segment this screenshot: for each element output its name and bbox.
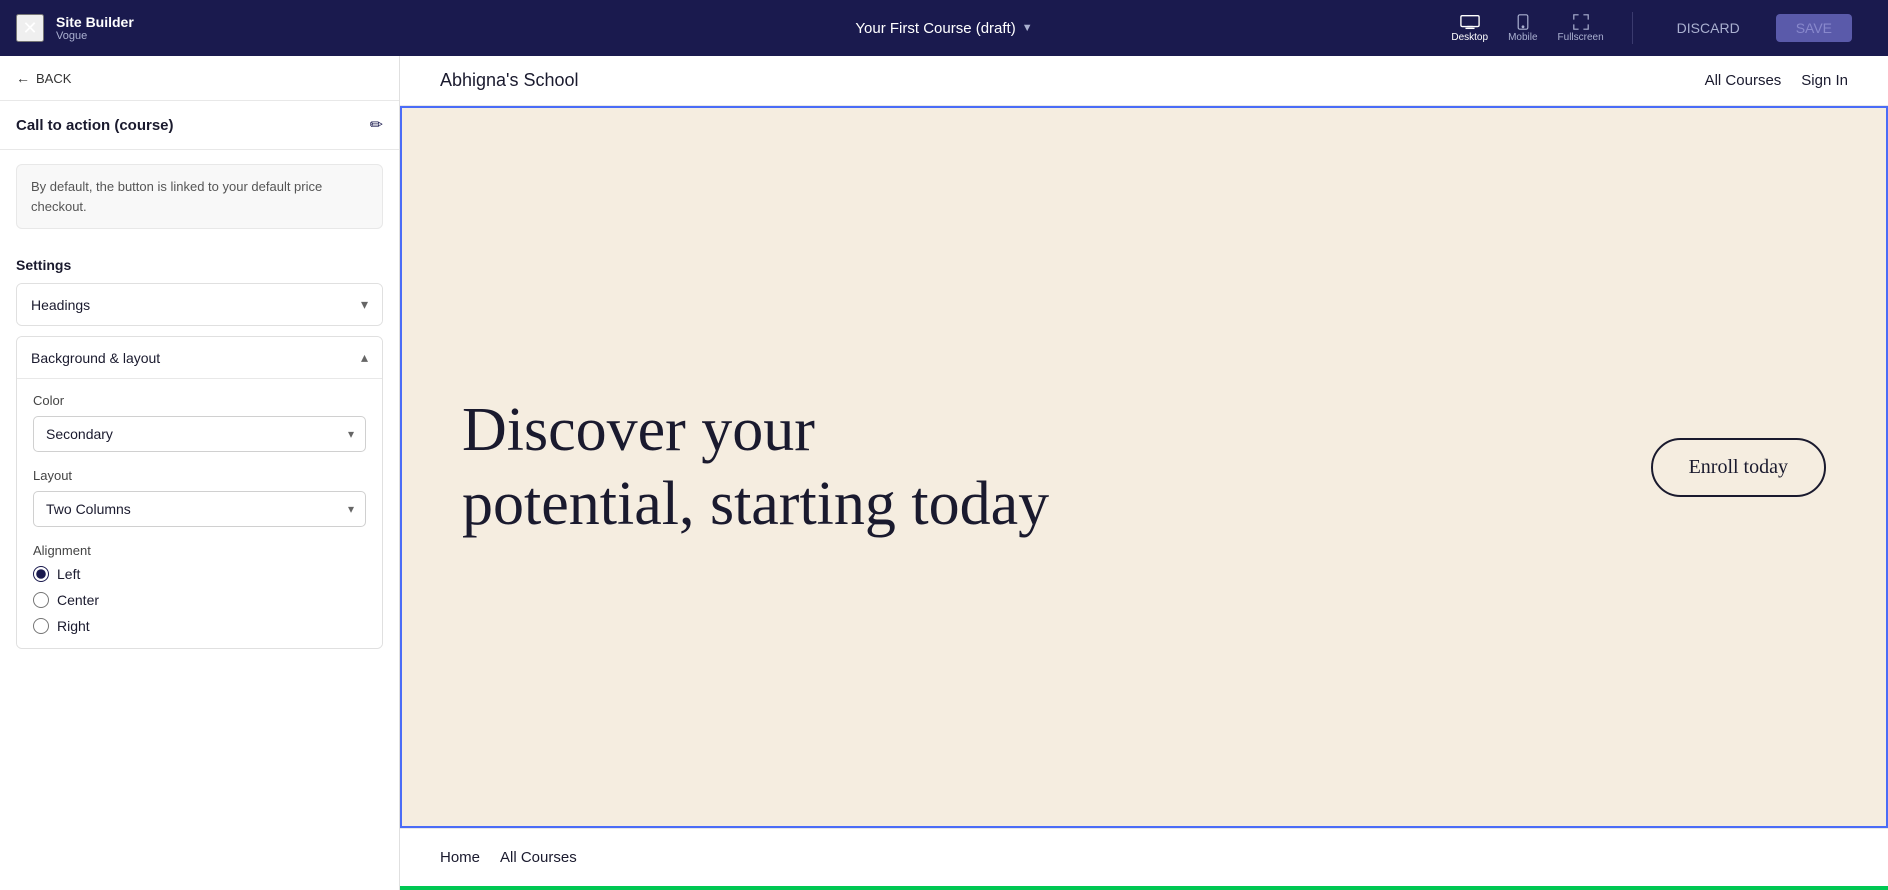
background-layout-label: Background & layout [31, 350, 160, 366]
info-box: By default, the button is linked to your… [16, 164, 383, 229]
brand-info: Site Builder Vogue [56, 14, 134, 42]
fullscreen-view-button[interactable]: Fullscreen [1558, 14, 1604, 43]
component-title: Call to action (course) [16, 117, 174, 134]
course-name[interactable]: Your First Course (draft) ▼ [855, 20, 1032, 37]
color-select-wrapper: Secondary Primary Tertiary White Dark ▾ [33, 416, 366, 452]
alignment-center-label: Center [57, 592, 99, 608]
settings-label: Settings [16, 257, 383, 273]
progress-bar [400, 886, 1888, 890]
headings-accordion: Headings ▾ [16, 283, 383, 326]
footer-nav: Home All Courses [400, 828, 1888, 886]
hero-section: Discover your potential, starting today … [400, 106, 1888, 828]
settings-section: Settings Headings ▾ Background & layout … [0, 243, 399, 649]
alignment-left-label: Left [57, 566, 80, 582]
back-link[interactable]: ← BACK [16, 70, 71, 86]
all-courses-nav-link[interactable]: All Courses [1705, 72, 1782, 89]
footer-home-link[interactable]: Home [440, 849, 480, 866]
brand-title: Site Builder [56, 14, 134, 30]
alignment-left-radio[interactable] [33, 566, 49, 582]
alignment-right-radio[interactable] [33, 618, 49, 634]
background-layout-body: Color Secondary Primary Tertiary White D… [17, 378, 382, 648]
main-layout: ← BACK Call to action (course) ✏ By defa… [0, 56, 1888, 890]
nav-divider [1632, 12, 1633, 44]
headings-label: Headings [31, 297, 90, 313]
brand-subtitle: Vogue [56, 30, 134, 42]
save-button[interactable]: SAVE [1776, 14, 1852, 42]
alignment-center-radio[interactable] [33, 592, 49, 608]
alignment-center-option[interactable]: Center [33, 592, 366, 608]
discard-button[interactable]: DISCARD [1661, 14, 1756, 42]
layout-select-wrapper: Two Columns Single Column Centered ▾ [33, 491, 366, 527]
background-layout-chevron-icon: ▴ [361, 349, 368, 366]
view-controls: Desktop Mobile Fullscreen DISCARD SAVE [1451, 12, 1852, 44]
close-button[interactable]: ✕ [16, 14, 44, 42]
headings-chevron-icon: ▾ [361, 296, 368, 313]
edit-icon-button[interactable]: ✏ [370, 115, 383, 135]
info-text: By default, the button is linked to your… [31, 179, 322, 214]
color-label: Color [33, 393, 366, 408]
headings-accordion-header[interactable]: Headings ▾ [17, 284, 382, 325]
preview-nav-links: All Courses Sign In [1705, 72, 1848, 89]
alignment-left-option[interactable]: Left [33, 566, 366, 582]
school-name: Abhigna's School [440, 70, 579, 91]
footer-all-courses-link[interactable]: All Courses [500, 849, 577, 866]
component-title-bar: Call to action (course) ✏ [0, 101, 399, 150]
alignment-radio-group: Left Center Right [33, 566, 366, 634]
background-layout-accordion: Background & layout ▴ Color Secondary Pr… [16, 336, 383, 649]
sign-in-nav-link[interactable]: Sign In [1801, 72, 1848, 89]
sidebar-scroll: ← BACK Call to action (course) ✏ By defa… [0, 56, 399, 890]
layout-label: Layout [33, 468, 366, 483]
content-area: Abhigna's School All Courses Sign In Dis… [400, 56, 1888, 890]
color-select[interactable]: Secondary Primary Tertiary White Dark [33, 416, 366, 452]
mobile-view-button[interactable]: Mobile [1508, 14, 1537, 43]
preview-nav: Abhigna's School All Courses Sign In [400, 56, 1888, 106]
enroll-button[interactable]: Enroll today [1651, 438, 1826, 497]
layout-select[interactable]: Two Columns Single Column Centered [33, 491, 366, 527]
hero-text: Discover your potential, starting today [462, 393, 1062, 542]
sidebar: ← BACK Call to action (course) ✏ By defa… [0, 56, 400, 890]
alignment-right-option[interactable]: Right [33, 618, 366, 634]
desktop-view-button[interactable]: Desktop [1451, 14, 1488, 43]
background-layout-accordion-header[interactable]: Background & layout ▴ [17, 337, 382, 378]
top-navbar: ✕ Site Builder Vogue Your First Course (… [0, 0, 1888, 56]
alignment-label: Alignment [33, 543, 366, 558]
back-arrow-icon: ← [16, 70, 30, 86]
alignment-right-label: Right [57, 618, 90, 634]
sidebar-top-bar: ← BACK [0, 56, 399, 101]
course-dropdown-arrow: ▼ [1022, 22, 1033, 34]
back-label: BACK [36, 71, 71, 86]
